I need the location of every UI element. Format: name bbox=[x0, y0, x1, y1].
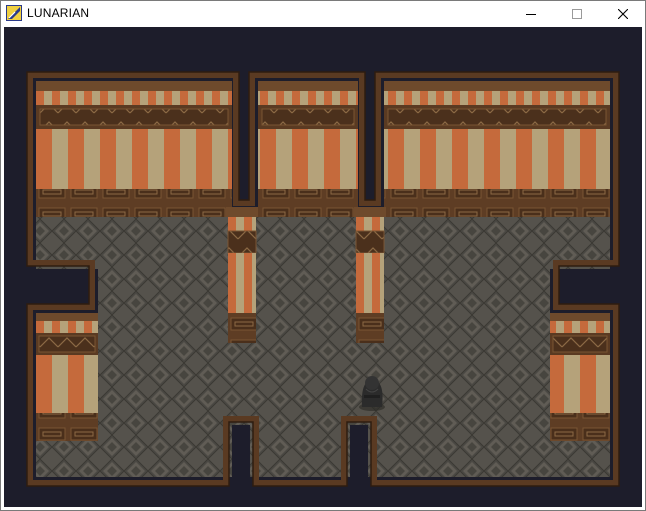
minimize-button[interactable] bbox=[508, 1, 554, 27]
title-bar[interactable]: LUNARIAN bbox=[1, 1, 645, 27]
wall-lower-right bbox=[550, 313, 610, 441]
game-scene[interactable] bbox=[4, 27, 642, 507]
app-icon bbox=[6, 5, 22, 21]
wall-top-middle bbox=[258, 81, 358, 217]
wall-top-left bbox=[36, 81, 232, 217]
window-title: LUNARIAN bbox=[27, 6, 90, 20]
close-button[interactable] bbox=[600, 1, 646, 27]
minimize-icon bbox=[526, 14, 536, 15]
pillar-right bbox=[354, 207, 386, 343]
wall-lower-left bbox=[36, 313, 98, 441]
close-icon bbox=[618, 9, 628, 19]
pillar-left bbox=[226, 207, 258, 343]
maximize-button[interactable] bbox=[554, 1, 600, 27]
wall-top-right bbox=[384, 81, 610, 217]
floor bbox=[36, 217, 610, 477]
game-viewport[interactable] bbox=[4, 27, 642, 507]
maximize-icon bbox=[572, 9, 582, 19]
app-window: LUNARIAN bbox=[0, 0, 646, 511]
